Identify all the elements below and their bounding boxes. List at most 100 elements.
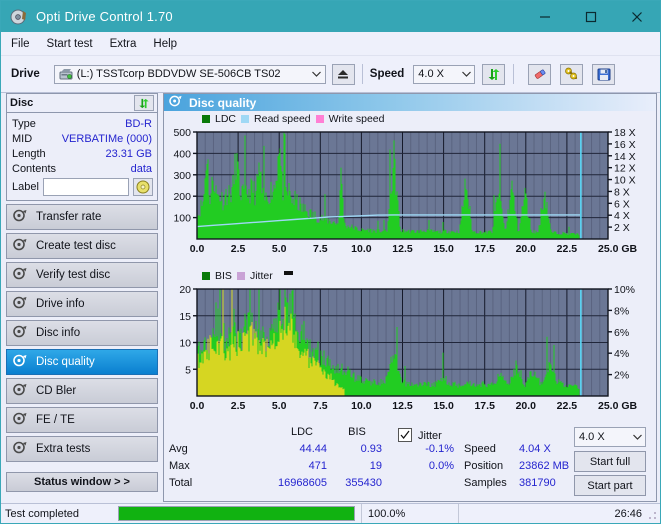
svg-text:6%: 6% <box>614 327 629 339</box>
page-title: Disc quality <box>189 95 257 110</box>
sidebar-item-fe-te[interactable]: FE / TE <box>6 407 158 433</box>
sidebar-item-disc-quality[interactable]: Disc quality <box>6 349 158 375</box>
status-text: Test completed <box>5 507 79 520</box>
svg-text:17.5: 17.5 <box>474 400 495 412</box>
jitter-avg-value: -0.1% <box>425 443 454 455</box>
tools-button[interactable] <box>560 63 584 85</box>
disc-test-icon <box>13 296 28 312</box>
chevron-down-icon[interactable] <box>458 71 474 77</box>
samples-stat-label: Samples <box>464 477 507 489</box>
svg-text:10.0: 10.0 <box>351 243 372 255</box>
disc-test-icon <box>13 383 28 399</box>
svg-text:15.0: 15.0 <box>433 400 454 412</box>
disc-test-icon <box>169 95 183 110</box>
legend-swatch-read-speed <box>241 115 250 123</box>
legend-swatch-write-speed <box>315 115 324 123</box>
menu-item-start-test[interactable]: Start test <box>47 38 93 50</box>
svg-text:20: 20 <box>179 284 191 296</box>
disc-row-value: VERBATIMe (000) <box>61 132 152 145</box>
resize-grip-icon[interactable] <box>648 511 657 520</box>
svg-text:7.5: 7.5 <box>313 400 328 412</box>
drive-value: (L:) TSSTcorp BDDVDW SE-506CB TS02 <box>76 68 281 80</box>
disc-row-mid: MID VERBATIMe (000) <box>7 131 157 146</box>
disc-refresh-button[interactable] <box>134 95 154 111</box>
svg-text:5: 5 <box>185 364 191 376</box>
maximize-button[interactable] <box>568 1 614 32</box>
sidebar-item-verify-test-disc[interactable]: Verify test disc <box>6 262 158 288</box>
stats-total-bis: 355430 <box>345 477 382 489</box>
start-full-button[interactable]: Start full <box>574 451 646 472</box>
disc-icon <box>10 8 28 26</box>
sidebar-item-cd-bler[interactable]: CD Bler <box>6 378 158 404</box>
stats-max-bis: 19 <box>369 460 382 472</box>
svg-text:12 X: 12 X <box>614 163 636 175</box>
menu-item-help[interactable]: Help <box>153 38 177 50</box>
svg-text:500: 500 <box>173 127 191 139</box>
sidebar-item-create-test-disc[interactable]: Create test disc <box>6 233 158 259</box>
ldc-chart[interactable]: LDC Read speed Write speed 100 200 300 400 5… <box>164 111 656 266</box>
status-window-button[interactable]: Status window > > <box>6 472 158 492</box>
stats-row-avg: Avg <box>169 443 188 455</box>
sidebar-item-extra-tests[interactable]: Extra tests <box>6 436 158 462</box>
sidebar-item-label: Create test disc <box>36 240 116 252</box>
stats-row-total: Total <box>169 477 193 489</box>
svg-text:2.5: 2.5 <box>231 400 246 412</box>
position-stat-label: Position <box>464 460 504 472</box>
sidebar-item-transfer-rate[interactable]: Transfer rate <box>6 204 158 230</box>
progress-bar <box>118 506 355 521</box>
close-button[interactable] <box>614 1 660 32</box>
speed-select[interactable]: 4.0 X <box>413 64 476 84</box>
svg-text:12.5: 12.5 <box>392 243 413 255</box>
eraser-button[interactable] <box>528 63 552 85</box>
window-title: Opti Drive Control 1.70 <box>36 9 173 24</box>
drive-icon <box>59 68 73 81</box>
sidebar-item-label: Extra tests <box>36 443 91 455</box>
disc-row-key: Length <box>12 147 46 160</box>
title-bar: Opti Drive Control 1.70 <box>1 1 660 32</box>
bis-chart[interactable]: BIS Jitter 5 10 15 20 2% 4% 6% 8% 10% 0.0 2.5 5.0 7.… <box>164 266 656 421</box>
svg-text:2.5: 2.5 <box>231 243 246 255</box>
chevron-down-icon[interactable] <box>629 434 645 440</box>
disc-row-key: MID <box>12 132 33 145</box>
svg-text:15.0: 15.0 <box>433 243 454 255</box>
svg-text:200: 200 <box>173 191 191 203</box>
refresh-button[interactable] <box>482 63 506 85</box>
bis-chart-canvas: 5 10 15 20 2% 4% 6% 8% 10% 0.0 2.5 5.0 7.5 10.0 12.5 15… <box>179 284 638 412</box>
disc-label-key: Label <box>12 181 39 193</box>
minimize-button[interactable] <box>522 1 568 32</box>
disc-label-button[interactable] <box>133 178 153 196</box>
disc-test-icon <box>13 412 28 428</box>
sidebar-item-disc-info[interactable]: Disc info <box>6 320 158 346</box>
start-part-button[interactable]: Start part <box>574 475 646 496</box>
stats-avg-bis: 0.93 <box>360 443 382 455</box>
save-button[interactable] <box>592 63 616 85</box>
svg-text:8%: 8% <box>614 305 629 317</box>
main-header: Disc quality <box>164 94 656 111</box>
disc-test-icon <box>13 238 28 254</box>
svg-text:10: 10 <box>179 338 191 350</box>
test-speed-select[interactable]: 4.0 X <box>574 427 646 447</box>
svg-text:7.5: 7.5 <box>313 243 328 255</box>
disc-row-key: Contents <box>12 162 57 175</box>
svg-text:5.0: 5.0 <box>272 243 287 255</box>
ldc-chart-canvas: 1002003004005002 X4 X6 X8 X10 X12 X14 X1… <box>173 127 637 255</box>
menu-item-file[interactable]: File <box>11 38 30 50</box>
sidebar-item-drive-info[interactable]: Drive info <box>6 291 158 317</box>
chevron-down-icon[interactable] <box>309 71 325 77</box>
drive-select[interactable]: (L:) TSSTcorp BDDVDW SE-506CB TS02 <box>53 64 326 84</box>
menu-item-extra[interactable]: Extra <box>110 38 137 50</box>
sidebar-item-label: Verify test disc <box>36 269 111 281</box>
stats-col-ldc: LDC <box>290 426 313 438</box>
disc-label-input[interactable] <box>42 178 129 196</box>
svg-text:18 X: 18 X <box>614 127 636 139</box>
chart-drag-handle[interactable] <box>283 271 293 275</box>
test-speed-value: 4.0 X <box>579 431 605 443</box>
svg-text:25.0 GB: 25.0 GB <box>598 400 638 412</box>
disc-panel: Disc Type BD-R MID VERBATIMe (000) Lengt… <box>6 93 158 201</box>
eject-button[interactable] <box>331 63 355 85</box>
legend-swatch-ldc <box>202 115 210 123</box>
jitter-checkbox[interactable] <box>398 428 412 442</box>
sidebar-item-label: FE / TE <box>36 414 75 426</box>
toolbar: Drive (L:) TSSTcorp BDDVDW SE-506CB TS02 <box>1 56 660 93</box>
svg-text:20.0: 20.0 <box>516 243 537 255</box>
